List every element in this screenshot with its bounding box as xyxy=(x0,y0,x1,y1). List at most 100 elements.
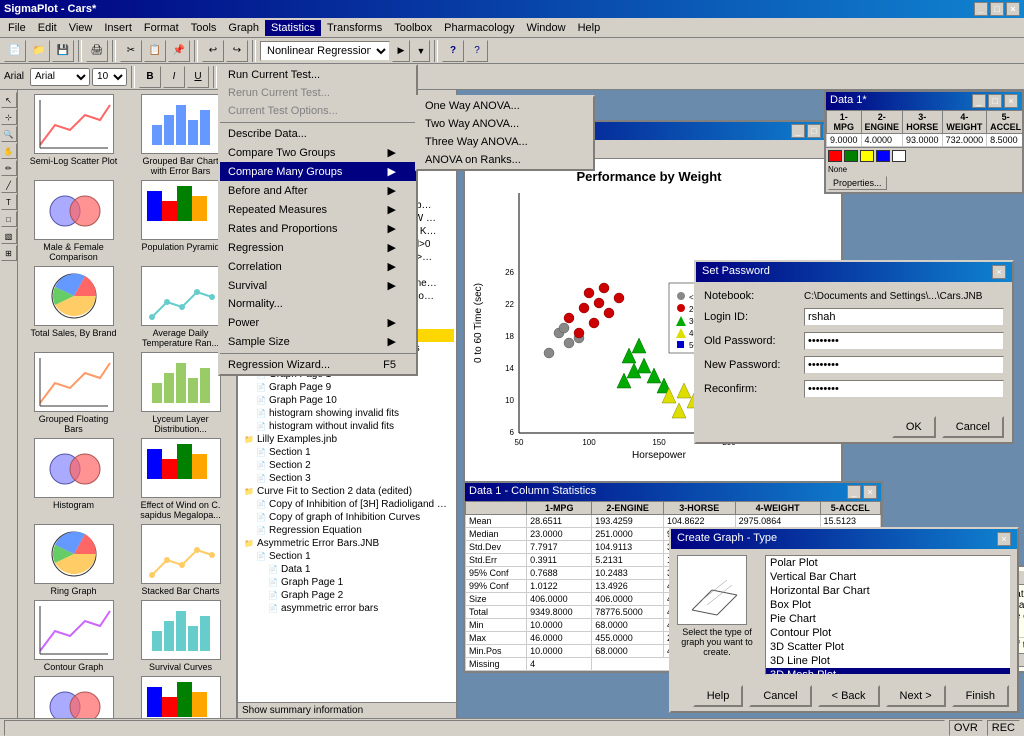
tree-node-25[interactable]: 📁Lilly Examples.jnb xyxy=(240,433,454,446)
menu-insert[interactable]: Insert xyxy=(98,20,138,36)
tool-line[interactable]: ╱ xyxy=(1,177,17,193)
tree-node-23[interactable]: 📄histogram showing invalid fits xyxy=(240,407,454,420)
menu-tools[interactable]: Tools xyxy=(185,20,223,36)
menu-compare-many[interactable]: Compare Many Groups ▶ xyxy=(220,162,416,181)
maximize-btn[interactable]: □ xyxy=(990,2,1004,16)
tree-node-22[interactable]: 📄Graph Page 10 xyxy=(240,394,454,407)
cg-finish-btn[interactable]: Finish xyxy=(952,685,1009,707)
menu-window[interactable]: Window xyxy=(520,20,571,36)
minimize-btn[interactable]: _ xyxy=(974,2,988,16)
menu-survival[interactable]: Survival ▶ xyxy=(220,276,416,295)
old-pw-input[interactable] xyxy=(804,332,1004,350)
data-min-btn[interactable]: _ xyxy=(972,94,986,108)
tree-node-32[interactable]: 📄Regression Equation xyxy=(240,524,454,537)
tool-text[interactable]: T xyxy=(1,194,17,210)
thumb-14[interactable]: World Population Timeline xyxy=(22,676,125,718)
undo-btn[interactable]: ↩ xyxy=(202,40,224,62)
thumb-10[interactable]: Ring Graph xyxy=(22,524,125,596)
thumb-8[interactable]: Histogram xyxy=(22,438,125,520)
tool-draw[interactable]: ✏ xyxy=(1,160,17,176)
graph-types-list[interactable]: Polar Plot Vertical Bar Chart Horizontal… xyxy=(765,555,1011,675)
tool-shape[interactable]: □ xyxy=(1,211,17,227)
gt-3dmesh[interactable]: 3D Mesh Plot xyxy=(766,668,1010,675)
menu-file[interactable]: File xyxy=(2,20,32,36)
menu-normality[interactable]: Normality... xyxy=(220,295,416,313)
gt-pie[interactable]: Pie Chart xyxy=(766,612,1010,626)
tool-zoom[interactable]: 🔍 xyxy=(1,126,17,142)
tree-node-26[interactable]: 📄Section 1 xyxy=(240,446,454,459)
italic-btn[interactable]: I xyxy=(163,66,185,88)
regression-dropdown[interactable]: Nonlinear Regression xyxy=(260,41,390,61)
redo-btn[interactable]: ↪ xyxy=(226,40,248,62)
menu-edit[interactable]: Edit xyxy=(32,20,63,36)
menu-transforms[interactable]: Transforms xyxy=(321,20,388,36)
pw-ok-btn[interactable]: OK xyxy=(892,416,936,438)
color-red[interactable] xyxy=(828,150,842,162)
tree-node-24[interactable]: 📄histogram without invalid fits xyxy=(240,420,454,433)
gt-3dscatter[interactable]: 3D Scatter Plot xyxy=(766,640,1010,654)
save-btn[interactable]: 💾 xyxy=(52,40,74,62)
create-graph-close[interactable]: × xyxy=(997,532,1011,546)
graph-min-btn[interactable]: _ xyxy=(791,124,805,138)
gt-contour[interactable]: Contour Plot xyxy=(766,626,1010,640)
stats-close-btn[interactable]: × xyxy=(863,485,877,499)
menu-run-current[interactable]: Run Current Test... xyxy=(220,66,416,84)
sub-two-way[interactable]: Two Way ANOVA... xyxy=(417,115,593,133)
tree-node-37[interactable]: 📄Graph Page 2 xyxy=(240,589,454,602)
cg-cancel-btn[interactable]: Cancel xyxy=(749,685,811,707)
thumb-7[interactable]: Lyceum Layer Distribution... xyxy=(129,352,232,434)
tree-node-29[interactable]: 📁Curve Fit to Section 2 data (edited) xyxy=(240,485,454,498)
thumb-11[interactable]: Stacked Bar Charts xyxy=(129,524,232,596)
bold-btn[interactable]: B xyxy=(139,66,161,88)
new-btn[interactable]: 📄 xyxy=(4,40,26,62)
cut-btn[interactable]: ✂ xyxy=(120,40,142,62)
thumb-13[interactable]: Survival Curves xyxy=(129,600,232,672)
gt-hbar[interactable]: Horizontal Bar Chart xyxy=(766,584,1010,598)
print-btn[interactable]: 🖨 xyxy=(86,40,108,62)
menu-current-options[interactable]: Current Test Options... xyxy=(220,102,416,120)
thumb-15[interactable]: California (equirectangu...) xyxy=(129,676,232,718)
tool-data[interactable]: ⊞ xyxy=(1,245,17,261)
paste-btn[interactable]: 📌 xyxy=(168,40,190,62)
go-btn[interactable]: ▶ xyxy=(392,40,410,62)
tree-node-38[interactable]: 📄asymmetric error bars xyxy=(240,602,454,615)
tree-node-27[interactable]: 📄Section 2 xyxy=(240,459,454,472)
tool-select[interactable]: ⊹ xyxy=(1,109,17,125)
color-yellow[interactable] xyxy=(860,150,874,162)
new-pw-input[interactable] xyxy=(804,356,1004,374)
thumb-12[interactable]: Contour Graph xyxy=(22,600,125,672)
gt-vbar[interactable]: Vertical Bar Chart xyxy=(766,570,1010,584)
color-blue[interactable] xyxy=(876,150,890,162)
cg-next-btn[interactable]: Next > xyxy=(886,685,946,707)
menu-repeated[interactable]: Repeated Measures ▶ xyxy=(220,200,416,219)
menu-before-after[interactable]: Before and After ▶ xyxy=(220,181,416,200)
tree-node-30[interactable]: 📄Copy of Inhibition of [3H] Radioligand … xyxy=(240,498,454,511)
options-btn[interactable]: ▼ xyxy=(412,40,430,62)
help-btn[interactable]: ? xyxy=(442,40,464,62)
menu-toolbox[interactable]: Toolbox xyxy=(388,20,438,36)
tree-node-31[interactable]: 📄Copy of graph of Inhibition Curves xyxy=(240,511,454,524)
sub-ranks[interactable]: ANOVA on Ranks... xyxy=(417,151,593,169)
underline-btn[interactable]: U xyxy=(187,66,209,88)
menu-describe-data[interactable]: Describe Data... xyxy=(220,125,416,143)
thumb-0[interactable]: Semi-Log Scatter Plot xyxy=(22,94,125,176)
tree-node-21[interactable]: 📄Graph Page 9 xyxy=(240,381,454,394)
gt-box[interactable]: Box Plot xyxy=(766,598,1010,612)
cg-help-btn[interactable]: Help xyxy=(693,685,744,707)
menu-sample-size[interactable]: Sample Size ▶ xyxy=(220,332,416,351)
pw-cancel-btn[interactable]: Cancel xyxy=(942,416,1004,438)
graph-max-btn[interactable]: □ xyxy=(807,124,821,138)
question-btn[interactable]: ? xyxy=(466,40,488,62)
reconfirm-input[interactable] xyxy=(804,380,1004,398)
login-input[interactable] xyxy=(804,308,1004,326)
menu-pharmacology[interactable]: Pharmacology xyxy=(438,20,520,36)
menu-regression[interactable]: Regression ▶ xyxy=(220,238,416,257)
menu-help[interactable]: Help xyxy=(572,20,607,36)
tool-pan[interactable]: ✋ xyxy=(1,143,17,159)
menu-format[interactable]: Format xyxy=(138,20,185,36)
tree-node-33[interactable]: 📁Asymmetric Error Bars.JNB xyxy=(240,537,454,550)
color-green[interactable] xyxy=(844,150,858,162)
font-select[interactable]: Arial xyxy=(30,68,90,86)
thumb-2[interactable]: Male & Female Comparison xyxy=(22,180,125,262)
menu-rates[interactable]: Rates and Proportions ▶ xyxy=(220,219,416,238)
